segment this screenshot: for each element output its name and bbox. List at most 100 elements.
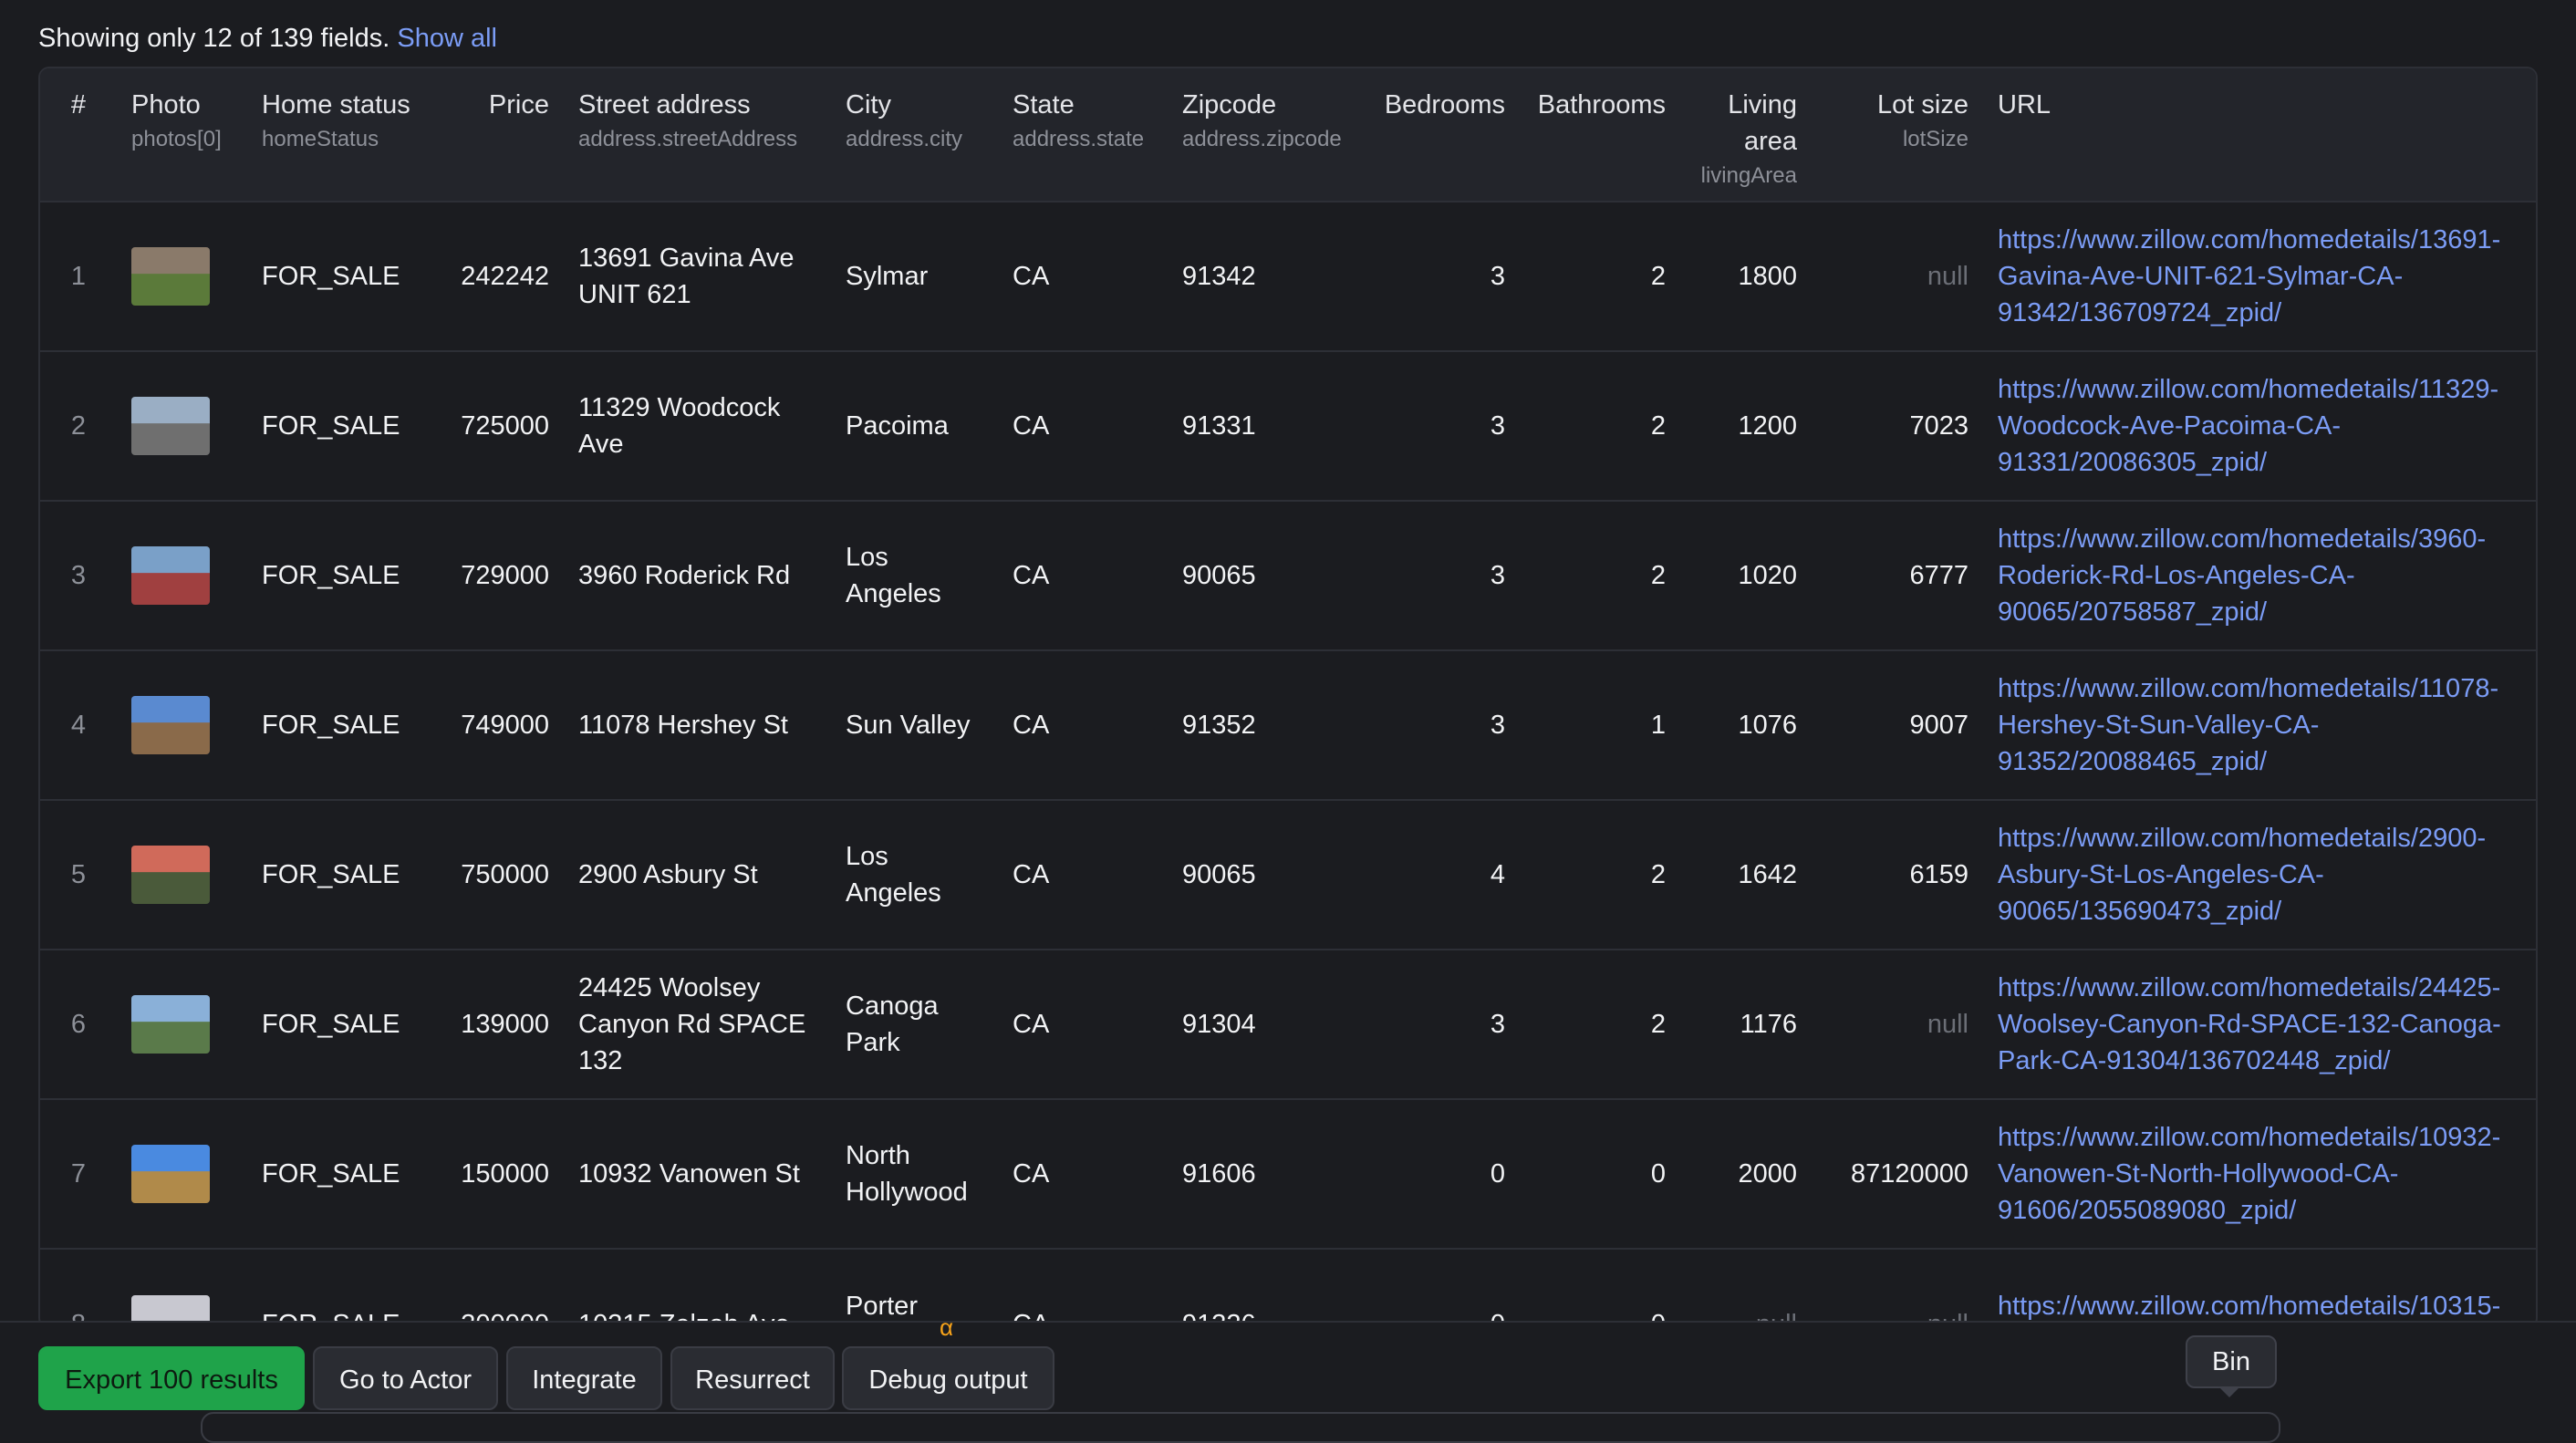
fields-notice: Showing only 12 of 139 fields. Show all — [38, 24, 497, 54]
zipcode-cell: 91342 — [1182, 262, 1256, 291]
property-photo[interactable] — [131, 696, 210, 754]
property-photo[interactable] — [131, 546, 210, 605]
bedrooms-cell: 0 — [1490, 1159, 1505, 1189]
col-header-city[interactable]: City address.city — [831, 68, 998, 202]
bathrooms-cell: 2 — [1650, 561, 1666, 590]
listing-url-link[interactable]: https://www.zillow.com/homedetails/3960-… — [1998, 524, 2486, 627]
property-photo[interactable] — [131, 1145, 210, 1203]
bathrooms-cell: 1 — [1650, 711, 1666, 740]
show-all-link[interactable]: Show all — [397, 24, 497, 53]
listing-url-link[interactable]: https://www.zillow.com/homedetails/13691… — [1998, 225, 2500, 327]
price-cell: 729000 — [461, 561, 549, 590]
col-header-bedrooms[interactable]: Bedrooms — [1367, 68, 1520, 202]
url-cell: https://www.zillow.com/homedetails/24425… — [1983, 950, 2536, 1099]
col-header-price[interactable]: Price — [440, 68, 564, 202]
row-index: 4 — [70, 711, 87, 740]
property-photo[interactable] — [131, 247, 210, 306]
living-area-cell: 1076 — [1738, 711, 1797, 740]
col-header-state[interactable]: State address.state — [998, 68, 1168, 202]
export-results-button[interactable]: Export 100 results — [38, 1346, 305, 1410]
photo-cell — [117, 501, 247, 650]
row-index: 6 — [70, 1010, 87, 1039]
listing-url-link[interactable]: https://www.zillow.com/homedetails/24425… — [1998, 973, 2501, 1075]
col-header-bathrooms[interactable]: Bathrooms — [1520, 68, 1680, 202]
table-header: # Photo photos[0] Home status homeStatus P… — [40, 68, 2536, 202]
property-photo[interactable] — [131, 846, 210, 904]
home-status-cell: FOR_SALE — [262, 262, 400, 291]
table-row[interactable]: 7 FOR_SALE 150000 10932 Vanowen St North Hol… — [40, 1099, 2536, 1249]
integrate-button[interactable]: Integrate — [506, 1346, 662, 1410]
table-body: 1 FOR_SALE 242242 13691 Gavina Ave UNIT 621… — [40, 202, 2536, 1329]
state-cell: CA — [1013, 262, 1050, 291]
photo-cell — [117, 650, 247, 800]
row-index: 3 — [70, 561, 87, 590]
zipcode-cell: 91331 — [1182, 411, 1256, 441]
bedrooms-cell: 3 — [1490, 561, 1505, 590]
lot-size-cell: 6159 — [1909, 860, 1968, 889]
state-cell: CA — [1013, 1309, 1050, 1329]
lot-size-cell: 7023 — [1909, 411, 1968, 441]
row-index: 8 — [70, 1309, 87, 1329]
debug-output-button[interactable]: Debug output — [842, 1346, 1054, 1410]
row-index: 7 — [70, 1159, 87, 1189]
table-row[interactable]: 1 FOR_SALE 242242 13691 Gavina Ave UNIT 621… — [40, 202, 2536, 351]
col-header-home-status[interactable]: Home status homeStatus — [247, 68, 440, 202]
col-header-living-area[interactable]: Living area livingArea — [1680, 68, 1812, 202]
col-header-lot-size[interactable]: Lot size lotSize — [1812, 68, 1983, 202]
city-cell: Los Angeles — [846, 842, 941, 908]
table-row[interactable]: 4 FOR_SALE 749000 11078 Hershey St Sun Valle… — [40, 650, 2536, 800]
property-photo[interactable] — [131, 397, 210, 455]
listing-url-link[interactable]: https://www.zillow.com/homedetails/2900-… — [1998, 824, 2486, 926]
living-area-cell: 1200 — [1738, 411, 1797, 441]
col-header-photo[interactable]: Photo photos[0] — [117, 68, 247, 202]
city-cell: Sylmar — [846, 262, 929, 291]
bedrooms-cell: 4 — [1490, 860, 1505, 889]
zipcode-cell: 91352 — [1182, 711, 1256, 740]
listing-url-link[interactable]: https://www.zillow.com/homedetails/11329… — [1998, 375, 2498, 477]
resurrect-button[interactable]: Resurrect — [670, 1346, 835, 1410]
home-status-cell: FOR_SALE — [262, 411, 400, 441]
listing-url-link[interactable]: https://www.zillow.com/homedetails/11078… — [1998, 674, 2498, 776]
listing-url-link[interactable]: https://www.zillow.com/homedetails/10932… — [1998, 1123, 2500, 1225]
living-area-cell: 1800 — [1738, 262, 1797, 291]
col-header-url[interactable]: URL — [1983, 68, 2536, 202]
property-photo[interactable] — [131, 995, 210, 1054]
city-cell: Canoga Park — [846, 991, 939, 1057]
url-cell: https://www.zillow.com/homedetails/2900-… — [1983, 800, 2536, 950]
price-cell: 749000 — [461, 711, 549, 740]
lot-size-cell: null — [1927, 262, 1968, 291]
table-row[interactable]: 3 FOR_SALE 729000 3960 Roderick Rd Los Angel… — [40, 501, 2536, 650]
table-row[interactable]: 8 FOR_SALE 300000 10315 Zelzah Ave Porter Ra… — [40, 1249, 2536, 1329]
bin-tooltip: Bin — [2186, 1335, 2277, 1388]
state-cell: CA — [1013, 1159, 1050, 1189]
living-area-cell: 1642 — [1738, 860, 1797, 889]
col-header-zipcode[interactable]: Zipcode address.zipcode — [1168, 68, 1367, 202]
col-header-street-address[interactable]: Street address address.streetAddress — [564, 68, 831, 202]
zipcode-cell: 91326 — [1182, 1309, 1256, 1329]
living-area-cell: 1176 — [1740, 1010, 1797, 1039]
zipcode-cell: 91304 — [1182, 1010, 1256, 1039]
bathrooms-cell: 2 — [1650, 411, 1666, 441]
table-row[interactable]: 6 FOR_SALE 139000 24425 Woolsey Canyon Rd S… — [40, 950, 2536, 1099]
home-status-cell: FOR_SALE — [262, 860, 400, 889]
city-cell: Porter Ranch — [846, 1291, 918, 1321]
living-area-cell: null — [1755, 1309, 1797, 1329]
price-cell: 750000 — [461, 860, 549, 889]
table-row[interactable]: 5 FOR_SALE 750000 2900 Asbury St Los Angeles… — [40, 800, 2536, 950]
price-cell: 139000 — [461, 1010, 549, 1039]
photo-cell — [117, 351, 247, 501]
bathrooms-cell: 2 — [1650, 860, 1666, 889]
bathrooms-cell: 2 — [1650, 262, 1666, 291]
state-cell: CA — [1013, 561, 1050, 590]
city-cell: Sun Valley — [846, 711, 971, 740]
city-cell: Pacoima — [846, 411, 949, 441]
bedrooms-cell: 3 — [1490, 1010, 1505, 1039]
table-row[interactable]: 2 FOR_SALE 725000 11329 Woodcock Ave Pacoima… — [40, 351, 2536, 501]
alpha-badge: α — [940, 1313, 954, 1341]
col-header-index[interactable]: # — [40, 68, 117, 202]
go-to-actor-button[interactable]: Go to Actor — [313, 1346, 498, 1410]
state-cell: CA — [1013, 1010, 1050, 1039]
photo-cell — [117, 1099, 247, 1249]
city-cell: North Hollywood — [846, 1141, 968, 1207]
home-status-cell: FOR_SALE — [262, 1159, 400, 1189]
